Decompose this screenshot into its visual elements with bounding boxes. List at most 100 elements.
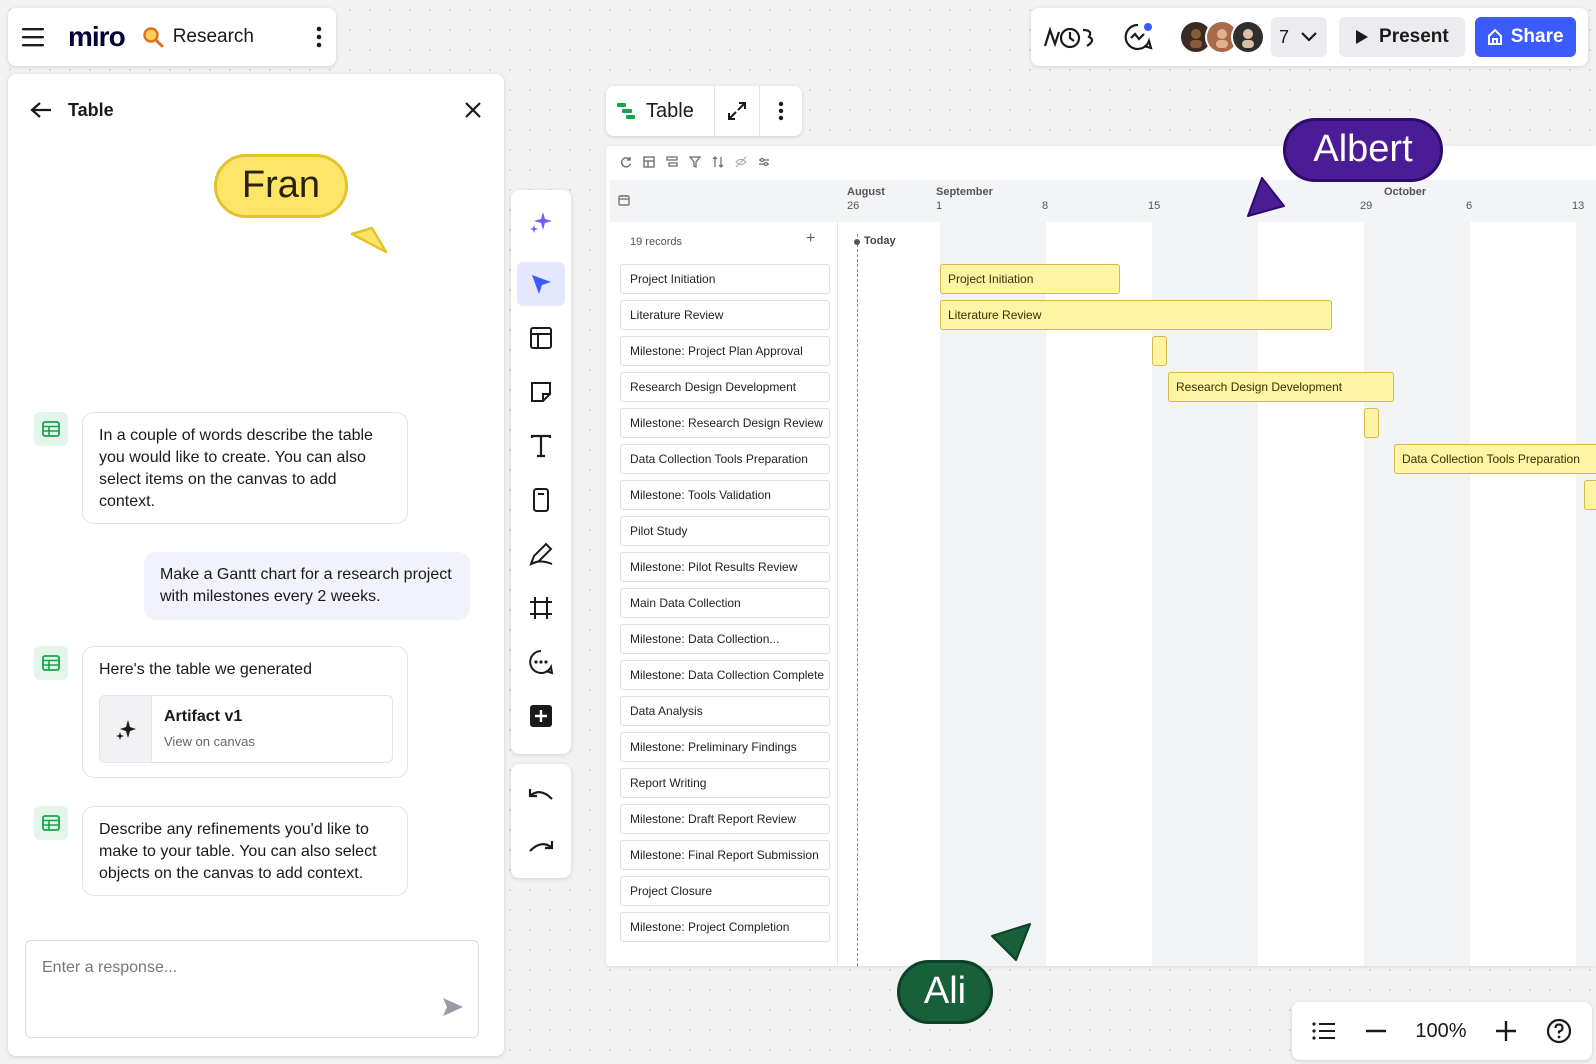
today-dot [854,239,860,245]
sticky-note-icon[interactable] [517,370,565,414]
gantt-milestone-project-plan-approval[interactable] [1152,336,1167,366]
gantt-icon [616,101,636,121]
collaborator-avatars[interactable] [1179,20,1265,54]
ai-side-panel: Table In a couple of words describe the … [8,74,504,1056]
task-row[interactable]: Milestone: Draft Report Review [620,804,830,834]
hamburger-menu-icon[interactable] [22,27,46,47]
table-icon [34,646,68,680]
task-row[interactable]: Milestone: Research Design Review [620,408,830,438]
gantt-bar-data-collection-tools-preparation[interactable]: Data Collection Tools Preparation [1394,444,1596,474]
sort-icon[interactable] [712,156,724,168]
history-toolbar [511,764,571,878]
cursor-label-albert: Albert [1283,118,1443,182]
avatar[interactable] [1231,20,1265,54]
pen-icon[interactable] [517,532,565,576]
task-row[interactable]: Milestone: Project Plan Approval [620,336,830,366]
collaborators-dropdown[interactable]: 7 [1271,17,1328,57]
task-row[interactable]: Research Design Development [620,372,830,402]
collaboration-bar: 7 Present Share [1031,8,1588,66]
task-row[interactable]: Milestone: Final Report Submission [620,840,830,870]
gantt-bar-project-initiation[interactable]: Project Initiation [940,264,1120,294]
today-line [857,234,858,966]
zoom-out-icon[interactable] [1365,1029,1387,1033]
hide-fields-icon[interactable] [735,156,747,168]
month-label: October [1384,186,1427,198]
present-button[interactable]: Present [1339,17,1465,57]
task-row[interactable]: Data Analysis [620,696,830,726]
panel-header: Table [30,92,482,128]
reactions-icon[interactable] [1123,22,1153,52]
redo-icon[interactable] [517,826,565,870]
gantt-bar-research-design-development[interactable]: Research Design Development [1168,372,1394,402]
comment-icon[interactable] [517,640,565,684]
present-label: Present [1379,26,1449,47]
list-icon[interactable] [1312,1021,1336,1041]
help-icon[interactable] [1546,1018,1572,1044]
layout-icon[interactable] [643,156,655,168]
panel-title: Table [68,99,114,120]
collaborator-count: 7 [1279,26,1290,47]
more-options-icon[interactable] [778,101,784,121]
calendar-icon[interactable] [618,194,630,206]
task-row[interactable]: Project Closure [620,876,830,906]
play-icon [1355,29,1369,45]
week-column [1364,222,1470,966]
templates-icon[interactable] [517,316,565,360]
close-icon[interactable] [464,101,482,119]
zoom-controls: 100% [1292,1002,1592,1060]
filter-icon[interactable] [689,156,701,168]
refresh-icon[interactable] [620,156,632,168]
week-column [1152,222,1258,966]
gantt-milestone-research-design-review[interactable] [1364,408,1379,438]
text-icon[interactable] [517,424,565,468]
task-row[interactable]: Milestone: Pilot Results Review [620,552,830,582]
table-title[interactable]: Table [646,100,694,123]
search-icon [141,25,165,49]
back-arrow-icon[interactable] [30,101,52,119]
gantt-bar-literature-review[interactable]: Literature Review [940,300,1332,330]
user-message: Make a Gantt chart for a research projec… [144,552,470,620]
add-more-icon[interactable] [517,694,565,738]
share-icon [1487,28,1503,46]
gantt-table: August September October 26 1 8 15 22 29… [606,146,1596,966]
zoom-in-icon[interactable] [1495,1020,1517,1042]
share-button[interactable]: Share [1474,17,1576,57]
task-row[interactable]: Milestone: Preliminary Findings [620,732,830,762]
frame-icon[interactable] [517,586,565,630]
timer-icon[interactable] [1041,22,1099,52]
add-record-button[interactable]: + [806,230,815,248]
task-row[interactable]: Literature Review [620,300,830,330]
artifact-link[interactable]: View on canvas [164,731,255,753]
task-row[interactable]: Milestone: Data Collection... [620,624,830,654]
board-title[interactable]: Research [173,26,254,48]
undo-icon[interactable] [517,774,565,818]
day-tick: 13 [1572,200,1585,212]
task-row[interactable]: Milestone: Data Collection Complete [620,660,830,690]
response-input[interactable]: Enter a response... [25,940,479,1038]
group-icon[interactable] [666,156,678,168]
task-row[interactable]: Milestone: Tools Validation [620,480,830,510]
task-row[interactable]: Report Writing [620,768,830,798]
day-tick: 29 [1360,200,1373,212]
miro-logo[interactable]: miro [68,21,126,53]
task-row[interactable]: Pilot Study [620,516,830,546]
zoom-level[interactable]: 100% [1415,1020,1466,1043]
artifact-card[interactable]: Artifact v1 View on canvas [99,695,393,763]
send-icon[interactable] [442,997,464,1017]
more-options-icon[interactable] [316,26,322,48]
assistant-message: In a couple of words describe the table … [82,412,408,524]
card-icon[interactable] [517,478,565,522]
settings-sliders-icon[interactable] [758,156,770,168]
task-row[interactable]: Data Collection Tools Preparation [620,444,830,474]
task-row[interactable]: Main Data Collection [620,588,830,618]
day-tick: 15 [1148,200,1161,212]
ai-sparkle-icon[interactable] [517,200,565,244]
day-tick: 1 [936,200,943,212]
assistant-message: Describe any refinements you'd like to m… [82,806,408,896]
expand-icon[interactable] [727,101,747,121]
cursor-arrow-icon [1244,176,1288,218]
select-icon[interactable] [517,262,565,306]
task-row[interactable]: Milestone: Project Completion [620,912,830,942]
gantt-milestone-tools-validation[interactable] [1584,480,1596,510]
task-row[interactable]: Project Initiation [620,264,830,294]
